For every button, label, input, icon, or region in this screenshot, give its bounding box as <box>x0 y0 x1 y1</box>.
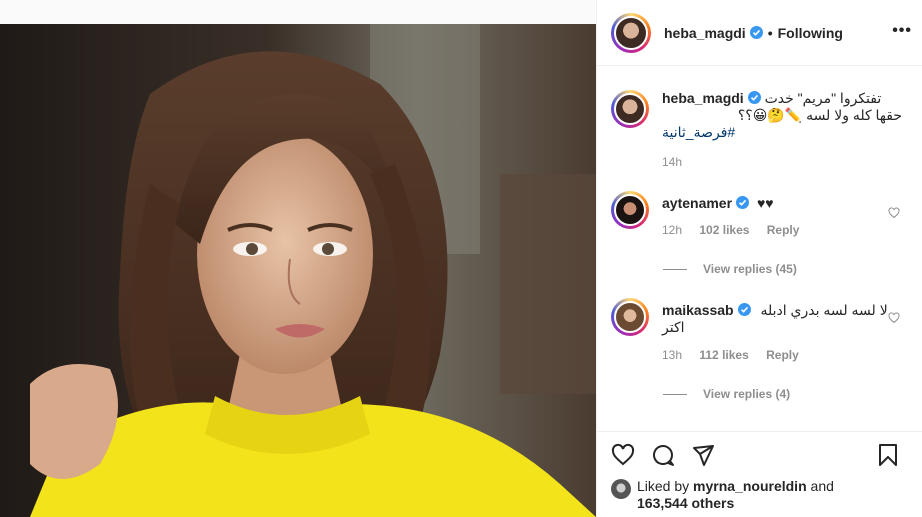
comment-text: ♥♥ <box>756 195 774 211</box>
likes-prefix: Liked by <box>637 478 690 494</box>
post-side-panel: heba_magdi • Following ••• heba_magdi تف… <box>596 0 922 517</box>
post-photo-art <box>0 24 596 517</box>
caption-hashtag[interactable]: #فرصة_ثانية <box>662 124 735 140</box>
heart-icon[interactable] <box>611 443 635 467</box>
bookmark-icon[interactable] <box>876 443 900 467</box>
comment-body: maikassab لا لسه لسه بدري ادبله اكتر 13h… <box>662 298 890 362</box>
caption-meta: 14h <box>662 155 902 169</box>
comment-body: aytenamer ♥♥ 12h 102 likes Reply <box>662 191 890 237</box>
avatar-image <box>614 15 648 50</box>
likes-others-count[interactable]: 163,544 others <box>637 495 734 511</box>
comment-meta: 12h 102 likes Reply <box>662 223 890 237</box>
caption-username[interactable]: heba_magdi <box>662 90 744 106</box>
comment-username[interactable]: maikassab <box>662 302 734 318</box>
author-avatar[interactable] <box>611 12 651 53</box>
more-icon[interactable]: ••• <box>892 23 912 39</box>
liker-avatar[interactable] <box>611 479 631 499</box>
caption-hashtag-line: #فرصة_ثانية <box>662 124 902 141</box>
comment-meta: 13h 112 likes Reply <box>662 348 890 362</box>
caption: heba_magdi تفتكروا "مريم" خدت حقها كله و… <box>611 90 908 169</box>
comments-list[interactable]: heba_magdi تفتكروا "مريم" خدت حقها كله و… <box>597 66 922 431</box>
verified-icon <box>749 26 763 39</box>
caption-text-line2: حقها كله ولا لسه ✏️🤔😀؟؟ <box>738 107 902 124</box>
verified-icon <box>747 91 761 104</box>
comment-text-line: maikassab لا لسه لسه بدري ادبله <box>662 302 890 319</box>
comment-text-second-line: اكتر <box>662 319 890 336</box>
view-replies-label: View replies (45) <box>703 262 797 276</box>
replies-divider-line <box>663 393 687 395</box>
comment-item: aytenamer ♥♥ 12h 102 likes Reply <box>611 191 908 237</box>
comment-time[interactable]: 12h <box>662 223 682 237</box>
separator-dot: • <box>767 24 773 41</box>
comment-item: maikassab لا لسه لسه بدري ادبله اكتر 13h… <box>611 298 908 362</box>
caption-text-line1: تفتكروا "مريم" خدت <box>764 90 882 106</box>
likes-summary: Liked by myrna_noureldin and 163,544 oth… <box>611 478 908 512</box>
reply-button[interactable]: Reply <box>767 223 800 237</box>
likes-and: and <box>810 478 834 494</box>
caption-first-line: heba_magdi تفتكروا "مريم" خدت <box>662 90 902 107</box>
likes-text: Liked by myrna_noureldin and 163,544 oth… <box>637 478 834 512</box>
view-replies-button[interactable]: View replies (45) <box>663 262 908 276</box>
following-button[interactable]: Following <box>778 25 843 41</box>
verified-icon <box>736 196 750 209</box>
avatar-image <box>614 194 646 226</box>
comment-like-heart-icon[interactable] <box>888 207 900 219</box>
caption-emoji: ✏️🤔😀؟؟ <box>737 107 803 123</box>
avatar-image <box>614 93 646 125</box>
caption-body: heba_magdi تفتكروا "مريم" خدت حقها كله و… <box>662 90 902 169</box>
post-actions: Liked by myrna_noureldin and 163,544 oth… <box>597 431 922 517</box>
comment-time[interactable]: 13h <box>662 348 682 362</box>
comment-avatar[interactable] <box>611 298 649 336</box>
comment-avatar[interactable] <box>611 191 649 229</box>
caption-second-line: حقها كله ولا لسه ✏️🤔😀؟؟ <box>662 107 902 124</box>
replies-divider-line <box>663 268 687 270</box>
post-photo[interactable] <box>0 24 596 517</box>
comment-likes[interactable]: 102 likes <box>699 223 749 237</box>
comment-username[interactable]: aytenamer <box>662 195 732 211</box>
avatar-image <box>614 301 646 333</box>
comment-text: لا لسه لسه بدري ادبله <box>760 302 888 318</box>
verified-icon <box>737 303 751 316</box>
view-replies-label: View replies (4) <box>703 387 791 401</box>
comment-text-continued: اكتر <box>662 319 685 335</box>
post-header: heba_magdi • Following ••• <box>597 0 922 66</box>
action-icons <box>611 432 908 478</box>
caption-time[interactable]: 14h <box>662 155 682 169</box>
comment-likes[interactable]: 112 likes <box>699 348 748 362</box>
comment-text-line: aytenamer ♥♥ <box>662 195 890 211</box>
share-icon[interactable] <box>691 443 715 467</box>
reply-button[interactable]: Reply <box>766 348 799 362</box>
view-replies-button[interactable]: View replies (4) <box>663 387 908 401</box>
author-username[interactable]: heba_magdi <box>664 25 746 41</box>
comment-like-heart-icon[interactable] <box>888 312 900 324</box>
caption-avatar[interactable] <box>611 90 649 128</box>
top-strip <box>0 0 596 24</box>
caption-text-line2-words: حقها كله ولا لسه <box>806 107 902 123</box>
liker-username[interactable]: myrna_noureldin <box>693 478 807 494</box>
comment-icon[interactable] <box>651 443 675 467</box>
